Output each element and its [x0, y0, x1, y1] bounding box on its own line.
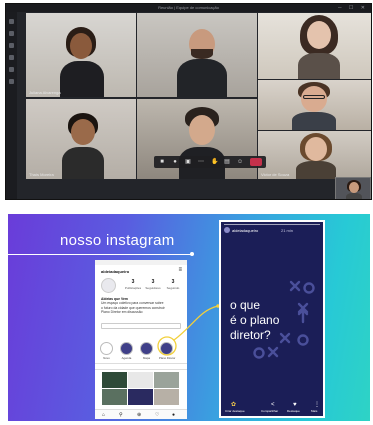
instagram-story: aldeiadaqueiro 21 min o que é o plano di… — [219, 220, 325, 418]
more-icon[interactable]: ⋯ — [198, 159, 204, 165]
participant-name: Victor de Souza — [261, 172, 290, 177]
story-action-label[interactable]: Mais — [311, 409, 317, 413]
calendar-icon[interactable] — [9, 55, 14, 60]
highlight-item[interactable]: Novo — [99, 342, 114, 360]
participant-name: Juliana Alvarenga — [29, 90, 61, 95]
add-post-icon[interactable]: ⊕ — [137, 412, 141, 418]
call-title: Reunião | Equipe de comunicação — [158, 5, 219, 10]
search-icon[interactable]: ⚲ — [119, 412, 123, 418]
participant-tile[interactable] — [258, 80, 371, 130]
activity-icon[interactable] — [9, 19, 14, 24]
participant-name: Thaís Moreira — [29, 172, 54, 177]
participant-tile[interactable]: Victor de Souza — [258, 131, 371, 179]
call-titlebar: Reunião | Equipe de comunicação ─ ☐ ✕ — [6, 4, 371, 12]
post-thumbnail[interactable] — [128, 389, 153, 405]
title-underline — [8, 252, 194, 256]
participant-tile[interactable]: Thaís Moreira — [26, 99, 136, 179]
participants-icon[interactable]: ☺ — [237, 159, 243, 165]
story-action-label[interactable]: Criar destaque — [225, 409, 245, 413]
story-action-label[interactable]: Destaque — [287, 409, 300, 413]
bottom-navigation: ⌂ ⚲ ⊕ ♡ ● — [95, 409, 187, 419]
window-controls[interactable]: ─ ☐ ✕ — [338, 5, 368, 11]
profile-icon[interactable]: ● — [172, 412, 175, 418]
teams-icon[interactable] — [9, 43, 14, 48]
post-thumbnail[interactable] — [154, 372, 179, 388]
profile-tabs[interactable] — [95, 363, 187, 370]
status-bar — [95, 260, 187, 265]
emoji-icon[interactable]: ✿ — [231, 401, 236, 408]
post-thumbnail[interactable] — [102, 389, 127, 405]
files-icon[interactable] — [9, 79, 14, 84]
calls-icon[interactable] — [9, 67, 14, 72]
share-icon[interactable]: < — [271, 402, 275, 408]
heart-icon[interactable]: ♡ — [155, 412, 159, 418]
raise-hand-icon[interactable]: ✋ — [211, 159, 218, 165]
participant-tile[interactable] — [258, 13, 371, 79]
home-icon[interactable]: ⌂ — [102, 412, 105, 418]
post-grid — [102, 372, 180, 406]
participant-tile[interactable]: Juliana Alvarenga — [26, 13, 136, 97]
highlight-item[interactable]: Plano Diretor — [159, 342, 175, 360]
chat-icon[interactable]: ▤ — [224, 159, 230, 165]
hang-up-button[interactable] — [250, 158, 262, 166]
stat-following: 3 Seguindo — [166, 279, 180, 290]
presentation-slide: nosso instagram aldeiadaqueiro ≡ 3 Publi… — [8, 214, 370, 421]
self-view — [335, 177, 371, 199]
more-icon[interactable]: ⋮ — [314, 401, 320, 408]
story-action-label[interactable]: Compartilhar — [261, 409, 278, 413]
profile-bio: Aldeias que Vem Um espaço coletivo para … — [101, 297, 165, 315]
highlight-item[interactable]: Mapa — [139, 342, 154, 360]
app-rail — [6, 12, 17, 199]
video-camera-icon[interactable]: ■ — [159, 159, 165, 165]
call-controls-bar: ■ ● ▣ ⋯ ✋ ▤ ☺ — [154, 156, 266, 168]
screenshot-root: Reunião | Equipe de comunicação ─ ☐ ✕ Ju… — [0, 0, 373, 425]
heart-icon[interactable]: ♥ — [293, 402, 297, 408]
story-question: o que é o plano diretor? — [230, 298, 280, 342]
add-icon[interactable]: ≡ — [178, 267, 182, 273]
profile-avatar — [101, 278, 116, 293]
post-thumbnail[interactable] — [154, 389, 179, 405]
post-thumbnail[interactable] — [128, 372, 153, 388]
chat-icon[interactable] — [9, 31, 14, 36]
edit-profile-button[interactable] — [101, 323, 181, 329]
profile-username: aldeiadaqueiro — [101, 269, 130, 274]
story-actions: ✿ Criar destaque < Compartilhar ♥ Destaq… — [221, 394, 323, 416]
microphone-icon[interactable]: ● — [172, 159, 178, 165]
video-call-window: Reunião | Equipe de comunicação ─ ☐ ✕ Ju… — [5, 3, 372, 200]
slide-title: nosso instagram — [60, 232, 175, 249]
instagram-profile-screenshot: aldeiadaqueiro ≡ 3 Publicações 3 Seguido… — [95, 260, 187, 419]
stat-followers: 3 Seguidores — [145, 279, 161, 290]
share-screen-icon[interactable]: ▣ — [185, 159, 191, 165]
participant-tile[interactable] — [137, 13, 257, 97]
highlight-item[interactable]: Agenda — [119, 342, 134, 360]
post-thumbnail[interactable] — [102, 372, 127, 388]
stat-posts: 3 Publicações — [124, 279, 142, 290]
